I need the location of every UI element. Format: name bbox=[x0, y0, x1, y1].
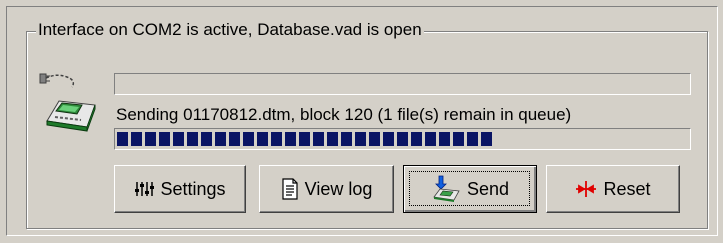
file-progress-bar bbox=[114, 73, 691, 95]
block-progress-bar bbox=[114, 128, 691, 150]
reset-icon bbox=[575, 180, 597, 198]
block-progress-fill bbox=[117, 132, 494, 146]
document-icon bbox=[281, 178, 299, 200]
send-icon bbox=[431, 175, 461, 203]
reset-button[interactable]: Reset bbox=[546, 165, 680, 213]
sliders-icon bbox=[134, 180, 155, 198]
reset-button-label: Reset bbox=[603, 178, 651, 199]
send-button-label: Send bbox=[466, 178, 510, 199]
settings-button-label: Settings bbox=[160, 178, 226, 199]
settings-button[interactable]: Settings bbox=[114, 165, 246, 213]
transfer-status-text: Sending 01170812.dtm, block 120 (1 file(… bbox=[116, 105, 572, 124]
group-title: Interface on COM2 is active, Database.va… bbox=[36, 19, 424, 41]
view-log-button-label: View log bbox=[304, 178, 373, 199]
device-icon bbox=[37, 71, 99, 135]
send-button[interactable]: Send bbox=[403, 165, 537, 213]
view-log-button[interactable]: View log bbox=[259, 165, 394, 213]
